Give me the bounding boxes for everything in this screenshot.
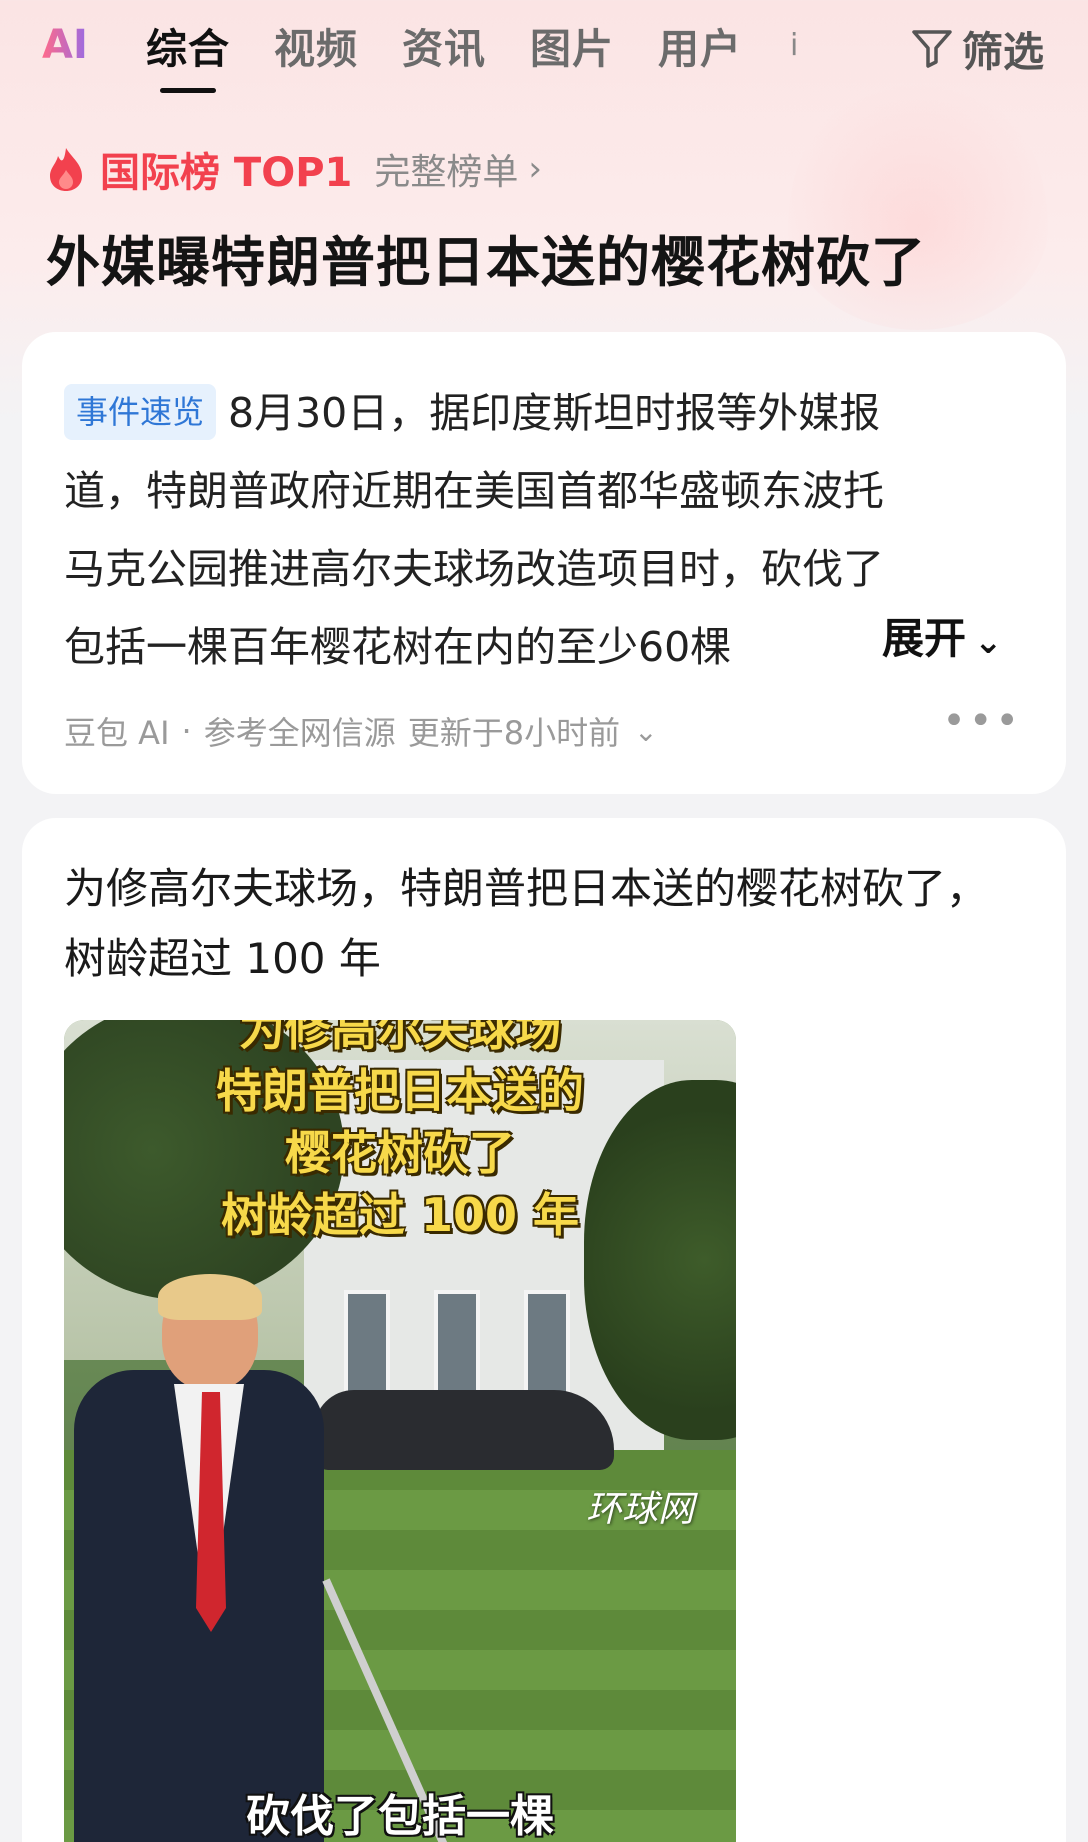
video-car <box>314 1390 614 1470</box>
summary-line-text: 包括一棵百年樱花树在内的至少60棵 <box>64 623 732 671</box>
ai-logo[interactable]: AI <box>42 22 102 68</box>
chevron-down-icon[interactable]: ⌄ <box>634 715 657 748</box>
hot-headline[interactable]: 外媒曝特朗普把日本送的樱花树砍了 <box>46 218 926 297</box>
video-watermark: 环球网 <box>586 1489 695 1530</box>
tab-images[interactable]: 图片 <box>530 15 614 75</box>
tab-comprehensive[interactable]: 综合 <box>146 15 230 75</box>
building-window <box>344 1290 390 1400</box>
tab-more[interactable]: i <box>790 28 798 63</box>
chevron-right-icon: › <box>528 149 542 189</box>
summary-line: 包括一棵百年樱花树在内的至少60棵 展开 ⌄ <box>64 608 1024 711</box>
summary-meta: 豆包 AI · 参考全网信源 更新于8小时前 ⌄ <box>64 708 658 754</box>
summary-text: 事件速览 8月30日，据印度斯坦时报等外媒报 道，特朗普政府近期在美国首都华盛顿东… <box>64 374 1024 711</box>
filter-icon <box>912 30 952 68</box>
summary-line: 马克公园推进高尔夫球场改造项目时，砍伐了 <box>64 545 884 593</box>
expand-label: 展开 <box>882 614 967 663</box>
video-caption-line: 樱花树砍了 <box>285 1126 515 1180</box>
hot-list-title: 国际榜 TOP1 <box>100 150 353 196</box>
building-window <box>434 1290 480 1400</box>
building-window <box>524 1290 570 1400</box>
filter-button[interactable]: 筛选 <box>910 18 1044 78</box>
event-overview-badge: 事件速览 <box>64 384 217 440</box>
more-options-icon[interactable]: ••• <box>942 698 1022 744</box>
tab-news[interactable]: 资讯 <box>402 15 486 75</box>
summary-source: 豆包 AI <box>64 714 170 752</box>
video-person-hair <box>158 1274 262 1320</box>
video-caption-line: 为修高尔夫球场 <box>239 1020 561 1056</box>
meta-separator: · <box>181 712 192 750</box>
flame-icon <box>50 148 82 191</box>
hot-list-row[interactable]: 国际榜 TOP1 完整榜单 › <box>46 140 542 198</box>
video-person <box>74 1274 324 1842</box>
summary-line-text: 8月30日，据印度斯坦时报等外媒报 <box>228 389 881 437</box>
video-caption: 为修高尔夫球场 特朗普把日本送的 樱花树砍了 树龄超过 100 年 <box>64 1020 736 1246</box>
video-subtitle: 砍伐了包括一棵 <box>246 1791 554 1842</box>
summary-line: 事件速览 8月30日，据印度斯坦时报等外媒报 <box>64 374 1024 452</box>
expand-button[interactable]: 展开 ⌄ <box>882 600 1003 681</box>
ai-summary-card: 事件速览 8月30日，据印度斯坦时报等外媒报 道，特朗普政府近期在美国首都华盛顿东… <box>22 332 1066 794</box>
tab-video[interactable]: 视频 <box>274 15 358 75</box>
video-caption-line: 特朗普把日本送的 <box>216 1064 584 1118</box>
video-thumbnail[interactable]: 为修高尔夫球场 特朗普把日本送的 樱花树砍了 树龄超过 100 年 环球网 砍伐… <box>64 1020 736 1842</box>
summary-updated: 更新于8小时前 <box>407 714 621 752</box>
article-card[interactable]: 为修高尔夫球场，特朗普把日本送的樱花树砍了，树龄超过 100 年 为修高尔夫球场… <box>22 818 1066 1842</box>
summary-reference: 参考全网信源 <box>203 714 396 752</box>
article-title[interactable]: 为修高尔夫球场，特朗普把日本送的樱花树砍了，树龄超过 100 年 <box>64 854 1024 994</box>
filter-label: 筛选 <box>962 28 1044 76</box>
chevron-down-icon: ⌄ <box>974 622 1003 662</box>
tab-users[interactable]: 用户 <box>658 15 742 75</box>
full-list-link[interactable]: 完整榜单 <box>374 143 518 195</box>
video-caption-line: 树龄超过 100 年 <box>220 1188 580 1242</box>
summary-line: 道，特朗普政府近期在美国首都华盛顿东波托 <box>64 467 884 515</box>
